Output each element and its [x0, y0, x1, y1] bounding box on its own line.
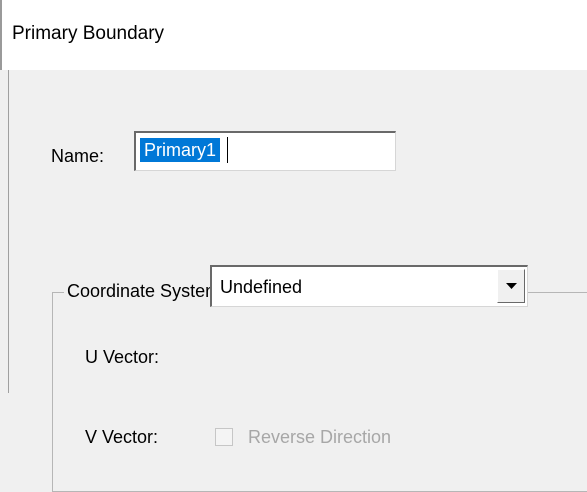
u-vector-selected-value: Undefined	[220, 277, 303, 297]
reverse-direction-label: Reverse Direction	[248, 427, 392, 447]
dialog-title-bar: Primary Boundary	[0, 0, 587, 70]
u-vector-label: U Vector:	[85, 347, 160, 367]
dialog-title: Primary Boundary	[12, 23, 165, 44]
chevron-down-icon	[506, 283, 517, 289]
coordinate-system-group	[52, 292, 587, 492]
name-input[interactable]: Primary1	[134, 131, 396, 171]
coordinate-system-label: Coordinate System	[64, 279, 224, 303]
dialog-body: Name: Coordinate System U Vector: V Vect…	[0, 70, 587, 492]
name-label: Name:	[51, 146, 105, 166]
text-cursor	[227, 137, 228, 163]
v-vector-label: V Vector:	[85, 427, 159, 447]
name-input-selected-text: Primary1	[140, 138, 221, 162]
reverse-direction-checkbox[interactable]	[215, 428, 233, 446]
u-vector-dropdown-button[interactable]	[497, 269, 525, 303]
dialog-left-border	[0, 70, 9, 393]
u-vector-select[interactable]: Undefined	[210, 265, 528, 307]
title-left-border	[0, 0, 2, 70]
